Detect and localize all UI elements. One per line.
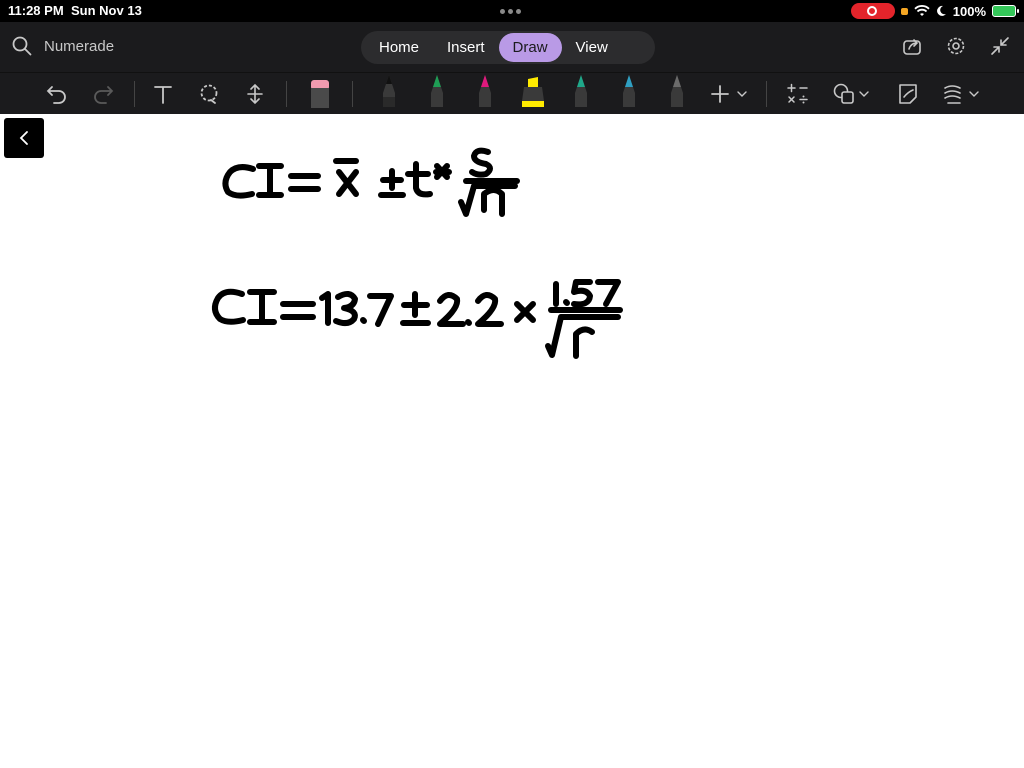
tab-draw[interactable]: Draw (498, 33, 562, 62)
tab-insert[interactable]: Insert (433, 33, 499, 62)
search-icon (12, 36, 32, 56)
shapes-icon[interactable] (832, 81, 872, 107)
ribbon-tabs: Home Insert Draw View (361, 31, 655, 64)
status-date: Sun Nov 13 (71, 3, 142, 18)
mic-indicator-icon (900, 7, 908, 15)
moon-icon (936, 5, 946, 16)
ink-formula-line (222, 147, 520, 217)
settings-gear-icon[interactable] (946, 36, 966, 56)
add-pen-icon[interactable] (710, 81, 750, 107)
collapse-icon[interactable] (990, 36, 1010, 56)
pen-green-icon[interactable] (424, 75, 450, 107)
tab-view[interactable]: View (562, 33, 622, 62)
undo-icon[interactable] (46, 81, 68, 107)
ink-to-shape-icon[interactable] (896, 81, 920, 107)
pen-blue-icon[interactable] (616, 75, 642, 107)
pen-teal-icon[interactable] (568, 75, 594, 107)
app-header: Numerade Home Insert Draw View (0, 22, 1024, 72)
wifi-icon (914, 5, 930, 16)
status-time: 11:28 PM (8, 3, 64, 18)
screen-recording-icon[interactable] (850, 3, 895, 19)
draw-toolbar (0, 72, 1024, 114)
notebook-name: Numerade (44, 37, 115, 55)
highlighter-yellow-icon[interactable] (518, 77, 548, 107)
text-icon[interactable] (152, 81, 174, 107)
status-bar: 11:28 PM Sun Nov 13 100% (0, 0, 1024, 22)
battery-percent: 100% (952, 3, 986, 19)
battery-icon (992, 5, 1019, 17)
redo-icon[interactable] (92, 81, 114, 107)
tab-home[interactable]: Home (365, 33, 433, 62)
space-icon[interactable] (244, 81, 266, 107)
pen-black-icon[interactable] (376, 75, 402, 107)
ink-options-icon[interactable] (942, 81, 982, 107)
ink-computation-line (212, 279, 623, 359)
pencil-gray-icon[interactable] (664, 75, 690, 107)
eraser-icon[interactable] (308, 79, 332, 108)
handwritten-ink (212, 147, 623, 359)
pen-magenta-icon[interactable] (472, 75, 498, 107)
drawing-canvas[interactable] (0, 114, 1024, 768)
share-icon[interactable] (902, 36, 922, 56)
search-field[interactable]: Numerade (12, 36, 114, 56)
multitasking-dots-icon[interactable] (500, 9, 521, 14)
math-icon[interactable] (786, 81, 810, 107)
lasso-icon[interactable] (198, 81, 220, 107)
